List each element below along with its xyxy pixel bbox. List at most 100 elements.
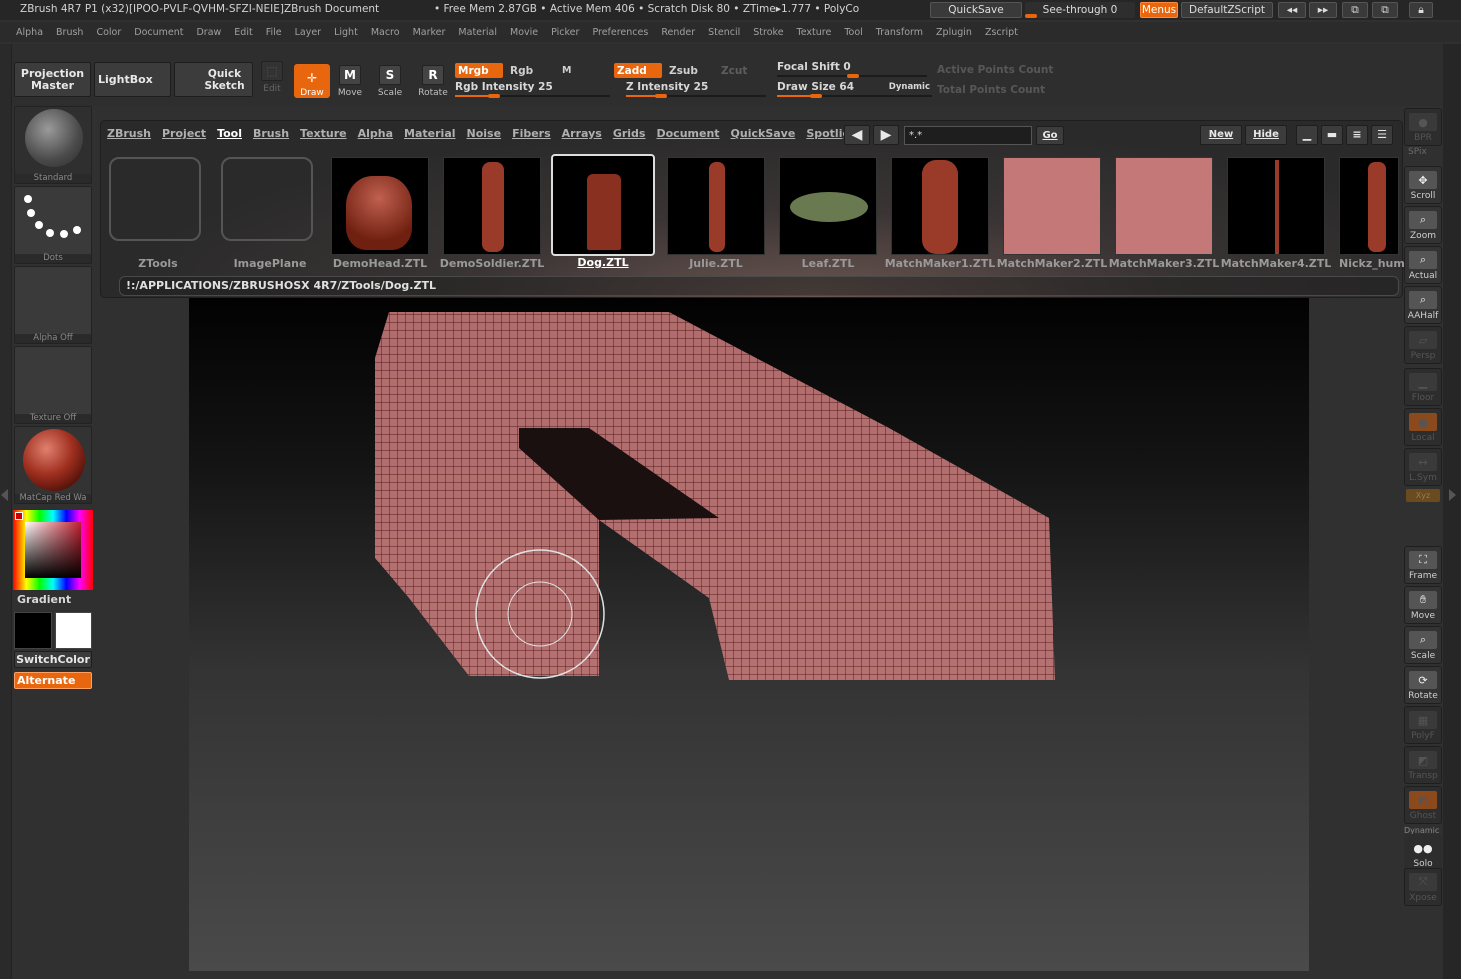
view-detail-icon[interactable]: ☰ [1371,125,1393,145]
tab-fibers[interactable]: Fibers [512,127,551,140]
document-canvas[interactable] [189,298,1309,971]
solo-button[interactable]: ●● Solo [1404,834,1442,872]
see-through-slider[interactable]: See-through 0 [1025,2,1135,18]
hue-marker[interactable] [15,512,23,520]
gradient-label[interactable]: Gradient [17,593,71,606]
persp-button[interactable]: ▱ Persp [1404,326,1442,364]
bpr-button[interactable]: ● BPR [1404,108,1442,146]
color-square[interactable] [25,522,81,578]
zoom-button[interactable]: ⌕ Zoom [1404,206,1442,244]
tab-texture[interactable]: Texture [300,127,347,140]
menu-material[interactable]: Material [458,27,497,38]
dynamic-toggle[interactable]: Dynamic [889,82,930,92]
tool-item-nickz[interactable]: Nickz_hum [1339,157,1405,270]
draw-size-slider[interactable]: Draw Size 64 Dynamic [777,81,932,98]
z-intensity-slider[interactable]: Z Intensity 25 [626,81,766,98]
tool-item-demohead[interactable]: DemoHead.ZTL [331,157,429,270]
lock-icon[interactable]: 🔒︎ [1409,2,1433,18]
scale-view-button[interactable]: ⌕ Scale [1404,626,1442,664]
imageplane-folder[interactable]: ImagePlane [221,157,319,270]
menu-texture[interactable]: Texture [797,27,832,38]
menu-preferences[interactable]: Preferences [592,27,648,38]
tab-tool[interactable]: Tool [217,127,242,140]
zadd-toggle[interactable]: Zadd [614,63,662,78]
zsub-toggle[interactable]: Zsub [666,63,714,78]
lsym-button[interactable]: ↔ L.Sym [1404,448,1442,486]
switch-color-button[interactable]: SwitchColor [14,651,92,668]
aahalf-button[interactable]: ⌕ AAHalf [1404,286,1442,324]
hide-button[interactable]: Hide [1245,125,1287,145]
menu-movie[interactable]: Movie [510,27,538,38]
scroll-button[interactable]: ✥ Scroll [1404,166,1442,204]
menu-file[interactable]: File [266,27,282,38]
mrgb-toggle[interactable]: Mrgb [455,63,503,78]
quick-sketch-button[interactable]: Quick Sketch [174,62,253,97]
main-color-swatch[interactable] [14,612,52,649]
default-zscript-button[interactable]: DefaultZScript [1181,2,1273,18]
right-tray-handle[interactable] [1443,44,1461,979]
tab-brush[interactable]: Brush [253,127,289,140]
scale-mode-button[interactable]: S Scale [370,56,410,98]
tool-item-dog[interactable]: Dog.ZTL [551,154,655,269]
tab-zbrush[interactable]: ZBrush [107,127,151,140]
floor-button[interactable]: ▁ Floor [1404,368,1442,406]
tool-item-matchmaker2[interactable]: MatchMaker2.ZTL [997,157,1107,270]
draw-mode-button[interactable]: ✛ Draw [294,64,330,98]
actual-button[interactable]: ⌕ Actual [1404,246,1442,284]
tool-item-matchmaker1[interactable]: MatchMaker1.ZTL [885,157,995,270]
menu-document[interactable]: Document [134,27,183,38]
slider-knob[interactable] [487,94,500,98]
spix-slider[interactable]: SPix [1408,147,1427,157]
menu-zscript[interactable]: Zscript [985,27,1018,38]
stroke-thumbnail[interactable]: Dots [14,186,92,264]
local-button[interactable]: ● Local [1404,408,1442,446]
menu-brush[interactable]: Brush [56,27,83,38]
m-toggle[interactable]: M [559,63,609,78]
collapse-left-icon[interactable]: ◂◂ [1278,2,1306,18]
menu-stroke[interactable]: Stroke [753,27,783,38]
alpha-thumbnail[interactable]: Alpha Off [14,266,92,344]
rgb-intensity-slider[interactable]: Rgb Intensity 25 [455,81,610,98]
left-tray-handle[interactable] [0,44,12,979]
menu-zplugin[interactable]: Zplugin [936,27,972,38]
menu-picker[interactable]: Picker [551,27,579,38]
tab-arrays[interactable]: Arrays [562,127,602,140]
menu-draw[interactable]: Draw [196,27,221,38]
view-medium-icon[interactable]: ▬ [1321,125,1343,145]
maximize-icon[interactable]: ⧉ [1372,2,1398,18]
secondary-color-swatch[interactable] [55,612,92,649]
tool-item-demosoldier[interactable]: DemoSoldier.ZTL [440,157,544,270]
next-arrow-icon[interactable]: ▶ [873,125,899,145]
tab-material[interactable]: Material [404,127,455,140]
prev-arrow-icon[interactable]: ◀ [844,125,870,145]
alternate-toggle[interactable]: Alternate [14,672,92,689]
tray-arrow-icon[interactable] [1,489,8,501]
view-small-icon[interactable]: ▁ [1296,125,1318,145]
menu-tool[interactable]: Tool [844,27,862,38]
tool-item-matchmaker3[interactable]: MatchMaker3.ZTL [1109,157,1219,270]
xpose-button[interactable]: ⤧ Xpose [1404,868,1442,906]
focal-shift-slider[interactable]: Focal Shift 0 [777,61,927,78]
go-button[interactable]: Go [1036,126,1064,145]
material-thumbnail[interactable]: MatCap Red Wa [14,426,92,504]
menu-transform[interactable]: Transform [876,27,923,38]
menu-color[interactable]: Color [96,27,121,38]
projection-master-button[interactable]: Projection Master [14,62,91,97]
slider-knob[interactable] [847,74,859,78]
transp-button[interactable]: ◩ Transp [1404,746,1442,784]
menu-alpha[interactable]: Alpha [16,27,43,38]
tab-project[interactable]: Project [162,127,206,140]
quicksave-button[interactable]: QuickSave [930,2,1022,18]
move-mode-button[interactable]: M Move [330,56,370,98]
tab-document[interactable]: Document [656,127,719,140]
menu-layer[interactable]: Layer [295,27,322,38]
slider-knob[interactable] [809,94,822,98]
xyz-toggle[interactable]: Xyz [1406,489,1440,502]
tool-item-leaf[interactable]: Leaf.ZTL [779,157,877,270]
brush-thumbnail[interactable]: Standard [14,106,92,184]
tab-grids[interactable]: Grids [613,127,646,140]
new-button[interactable]: New [1200,125,1242,145]
move-view-button[interactable]: ✋︎ Move [1404,586,1442,624]
tool-item-matchmaker4[interactable]: MatchMaker4.ZTL [1221,157,1331,270]
tab-quicksave[interactable]: QuickSave [731,127,796,140]
